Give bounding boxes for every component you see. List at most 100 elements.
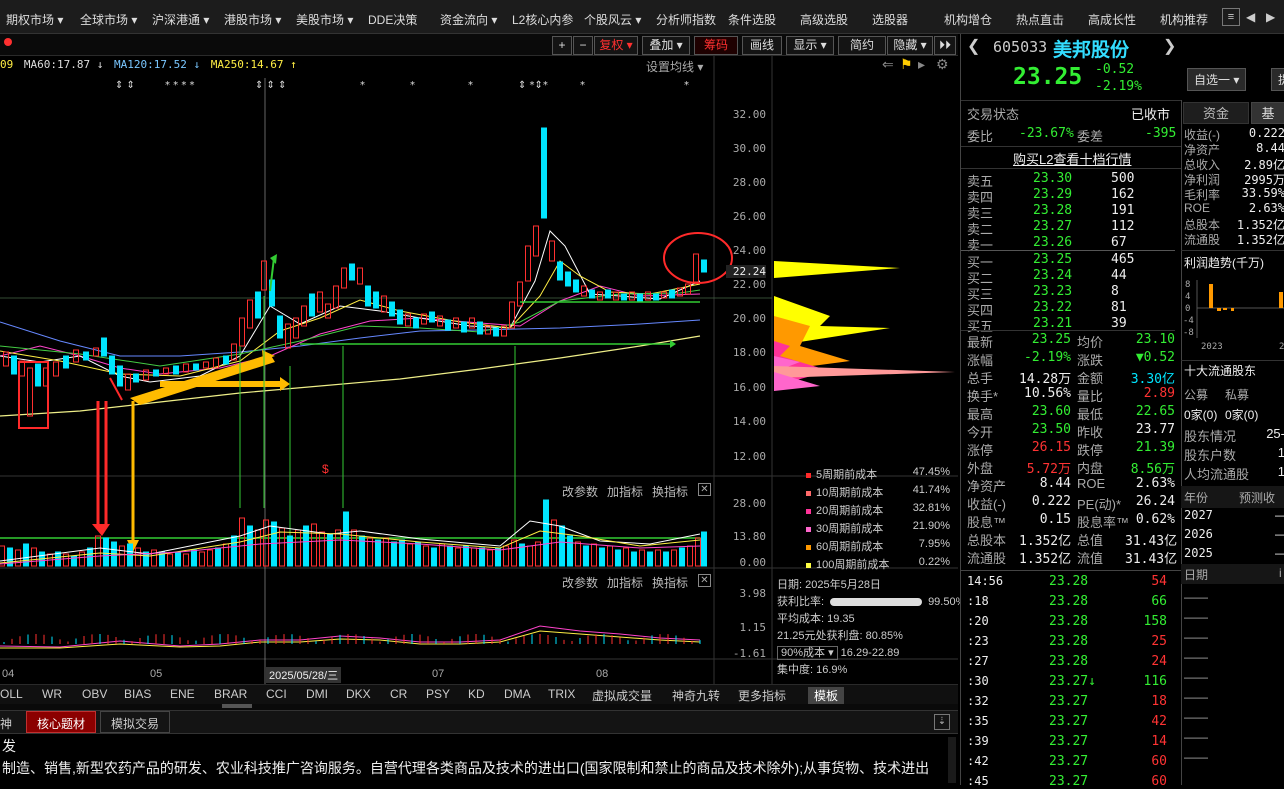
- candle: [573, 279, 579, 293]
- indicator-tab-2[interactable]: OBV: [82, 687, 107, 701]
- nav-hk-connect[interactable]: 沪深港通 ▾: [152, 11, 209, 28]
- nav-hot-spot[interactable]: 热点直击: [1016, 11, 1064, 28]
- zoom-out-button[interactable]: −: [573, 36, 593, 55]
- nav-analyst-index[interactable]: 分析师指数: [656, 11, 716, 28]
- tab-fund[interactable]: 资金: [1183, 102, 1249, 124]
- stock-code: 605033: [993, 38, 1048, 56]
- stat-label: 净资产: [967, 479, 1007, 494]
- volume-bar: [279, 527, 285, 567]
- current-price-tick: 22.24: [726, 265, 766, 278]
- vol-modify-params-button[interactable]: 改参数: [562, 483, 598, 500]
- next-stock-icon[interactable]: ❯: [1163, 36, 1176, 56]
- panel-collapse-icon[interactable]: ⇣: [934, 714, 950, 730]
- indicator-tab-12[interactable]: DMA: [504, 687, 531, 701]
- stat-label: 总值: [1077, 533, 1104, 548]
- nav-options-market[interactable]: 期权市场 ▾: [6, 11, 63, 28]
- indicator-tab-11[interactable]: KD: [468, 687, 485, 701]
- tab-sim-trade[interactable]: 模拟交易: [100, 711, 171, 733]
- zoom-in-button[interactable]: +: [552, 36, 572, 55]
- indicator-tab-6[interactable]: CCI: [266, 687, 287, 701]
- vol-close-icon[interactable]: ✕: [698, 483, 711, 496]
- indicator-tab-10[interactable]: PSY: [426, 687, 450, 701]
- nav-more-icon[interactable]: ≡: [1222, 8, 1240, 26]
- chip-range-select[interactable]: 90%成本 ▾: [777, 646, 838, 660]
- chips-button[interactable]: 筹码: [694, 36, 738, 55]
- tab-shen[interactable]: 神: [0, 715, 12, 732]
- candle: [277, 315, 283, 339]
- simple-button[interactable]: 简约: [838, 36, 886, 55]
- display-button[interactable]: 显示 ▾: [786, 36, 834, 55]
- nav-advanced-select[interactable]: 高级选股: [800, 11, 848, 28]
- candle: [493, 327, 499, 337]
- indicator-tab-15[interactable]: 神奇九转: [672, 687, 720, 704]
- weibi-value: -23.67%: [1019, 126, 1074, 141]
- cost-value: 41.74%: [912, 484, 950, 496]
- volume-bar: [599, 547, 605, 567]
- stat-label: 昨收: [1077, 425, 1104, 440]
- price-tick: 14.00: [732, 415, 766, 428]
- indicator-tab-1[interactable]: WR: [42, 687, 62, 701]
- nav-selector[interactable]: 选股器: [872, 11, 908, 28]
- nav-hk-market[interactable]: 港股市场 ▾: [224, 11, 281, 28]
- nav-condition-select[interactable]: 条件选股: [728, 11, 776, 28]
- holder-row-label: 人均流通股: [1184, 467, 1250, 482]
- ind-add-indicator-button[interactable]: 加指标: [607, 574, 643, 591]
- indicator-tab-17[interactable]: 模板: [808, 687, 845, 704]
- indicator-tab-16[interactable]: 更多指标: [738, 687, 786, 704]
- indicator-tab-14[interactable]: 虚拟成交量: [592, 687, 652, 704]
- indicator-tab-4[interactable]: ENE: [170, 687, 195, 701]
- indicator-tab-0[interactable]: OLL: [0, 687, 23, 701]
- indicator-tabs: OLL WR OBV BIAS ENE BRAR CCI DMI DKX CR PSY KD DMA TR…: [0, 684, 958, 704]
- ind-modify-params-button[interactable]: 改参数: [562, 574, 598, 591]
- splitter-handle-icon[interactable]: [222, 704, 252, 708]
- volume-bar: [655, 549, 661, 567]
- tab-basic[interactable]: 基: [1251, 102, 1284, 124]
- nav-inst-recommend[interactable]: 机构推荐: [1160, 11, 1208, 28]
- overlay-button[interactable]: 叠加 ▾: [642, 36, 690, 55]
- nav-inst-increase[interactable]: 机构增仓: [944, 11, 992, 28]
- prev-stock-icon[interactable]: ❮: [967, 36, 980, 56]
- date-list-dash: ——: [1184, 610, 1208, 624]
- nav-global-market[interactable]: 全球市场 ▾: [80, 11, 137, 28]
- alert-button[interactable]: 提: [1271, 68, 1284, 91]
- nav-l2-report[interactable]: L2核心内参: [512, 11, 573, 28]
- cost-label: 100周期前成本: [816, 559, 890, 571]
- indicator-tab-3[interactable]: BIAS: [124, 687, 151, 701]
- candle: [125, 373, 131, 391]
- nav-scroll-right-icon[interactable]: ▶: [1266, 10, 1275, 24]
- indicator-tab-9[interactable]: CR: [390, 687, 407, 701]
- add-watchlist-button[interactable]: 自选一 ▾: [1187, 68, 1247, 91]
- candle: [549, 240, 555, 262]
- indicator-tab-5[interactable]: BRAR: [214, 687, 247, 701]
- draw-line-button[interactable]: 画线: [742, 36, 782, 55]
- nav-stock-news[interactable]: 个股风云 ▾: [584, 11, 641, 28]
- volume-bar: [607, 545, 613, 567]
- fuquan-button[interactable]: 复权 ▾: [594, 36, 638, 55]
- price-tick: 16.00: [732, 381, 766, 394]
- nav-high-growth[interactable]: 高成长性: [1088, 11, 1136, 28]
- ind-close-icon[interactable]: ✕: [698, 574, 711, 587]
- indicator-tab-13[interactable]: TRIX: [548, 687, 575, 701]
- indicator-tab-7[interactable]: DMI: [306, 687, 328, 701]
- volume-bar: [623, 547, 629, 567]
- nav-scroll-left-icon[interactable]: ◀: [1246, 10, 1255, 24]
- vol-add-indicator-button[interactable]: 加指标: [607, 483, 643, 500]
- l2-purchase-link[interactable]: 购买L2查看十档行情: [1013, 149, 1131, 168]
- nav-dde[interactable]: DDE决策: [368, 11, 417, 28]
- expand-icon[interactable]: ⏵⏵: [934, 36, 956, 55]
- vol-switch-indicator-button[interactable]: 换指标: [652, 483, 688, 500]
- vol-tick: 28.00: [732, 497, 766, 510]
- cost-label: 10周期前成本: [816, 487, 884, 499]
- indicator-tab-8[interactable]: DKX: [346, 687, 371, 701]
- hide-button[interactable]: 隐藏 ▾: [887, 36, 933, 55]
- tab-core-topic[interactable]: 核心题材: [26, 711, 97, 733]
- nav-us-market[interactable]: 美股市场 ▾: [296, 11, 353, 28]
- stat-value: 31.43亿: [1125, 552, 1178, 567]
- desc-scrollbar[interactable]: [948, 737, 956, 783]
- ind-switch-indicator-button[interactable]: 换指标: [652, 574, 688, 591]
- volume-bar: [701, 531, 707, 567]
- stat-value: -2.19%: [1024, 350, 1071, 365]
- stat-label: 最低: [1077, 407, 1104, 422]
- stat-label: 涨跌: [1077, 353, 1104, 368]
- nav-fund-flow[interactable]: 资金流向 ▾: [440, 11, 497, 28]
